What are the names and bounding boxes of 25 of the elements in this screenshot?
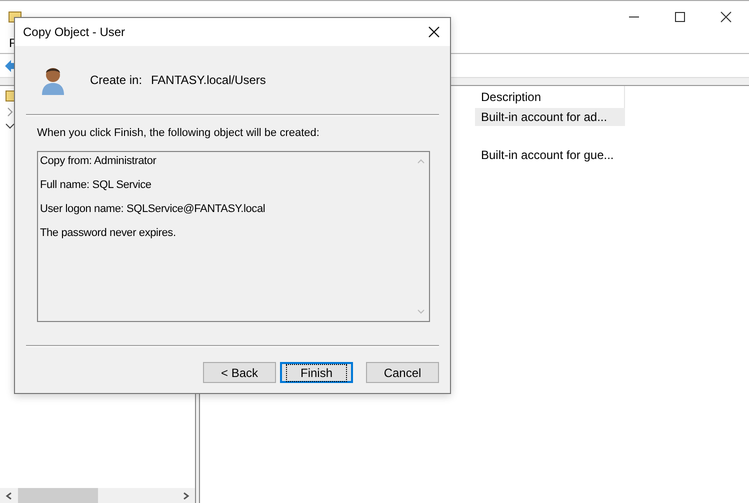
close-icon[interactable] [720,10,732,22]
dialog-button[interactable]: Cancel [366,362,439,383]
summary-line: Full name: SQL Service [40,179,152,191]
summary-line: User logon name: SQLService@FANTASY.local [40,203,266,215]
table-row[interactable]: Built-in account for gue... [475,146,625,164]
create-in-value: FANTASY.local/Users [151,73,266,87]
close-icon[interactable] [428,26,440,38]
scroll-left-icon[interactable] [5,492,13,500]
dialog-title: Copy Object - User [23,25,126,39]
intro-text: When you click Finish, the following object will be created: [37,127,320,139]
table-cell-text: Built-in account for ad... [480,110,608,124]
summary-line: Copy from: Administrator [40,155,158,167]
dialog-button[interactable]: Finish [280,362,353,383]
create-in-label: Create in: [90,73,144,87]
dialog-button[interactable]: < Back [203,362,276,383]
table-cell-text: Built-in account for gue... [480,148,614,162]
scrollbar-thumb[interactable] [18,488,98,503]
collapse-icon[interactable] [5,121,15,131]
scroll-right-icon[interactable] [182,492,190,500]
summary-line: The password never expires. [40,227,177,239]
table-row[interactable]: Built-in account for ad... [475,108,625,126]
maximize-icon[interactable] [674,10,686,22]
column-header[interactable]: Description [475,90,542,104]
expand-icon[interactable] [5,107,15,117]
horizontal-scrollbar[interactable] [0,488,195,503]
